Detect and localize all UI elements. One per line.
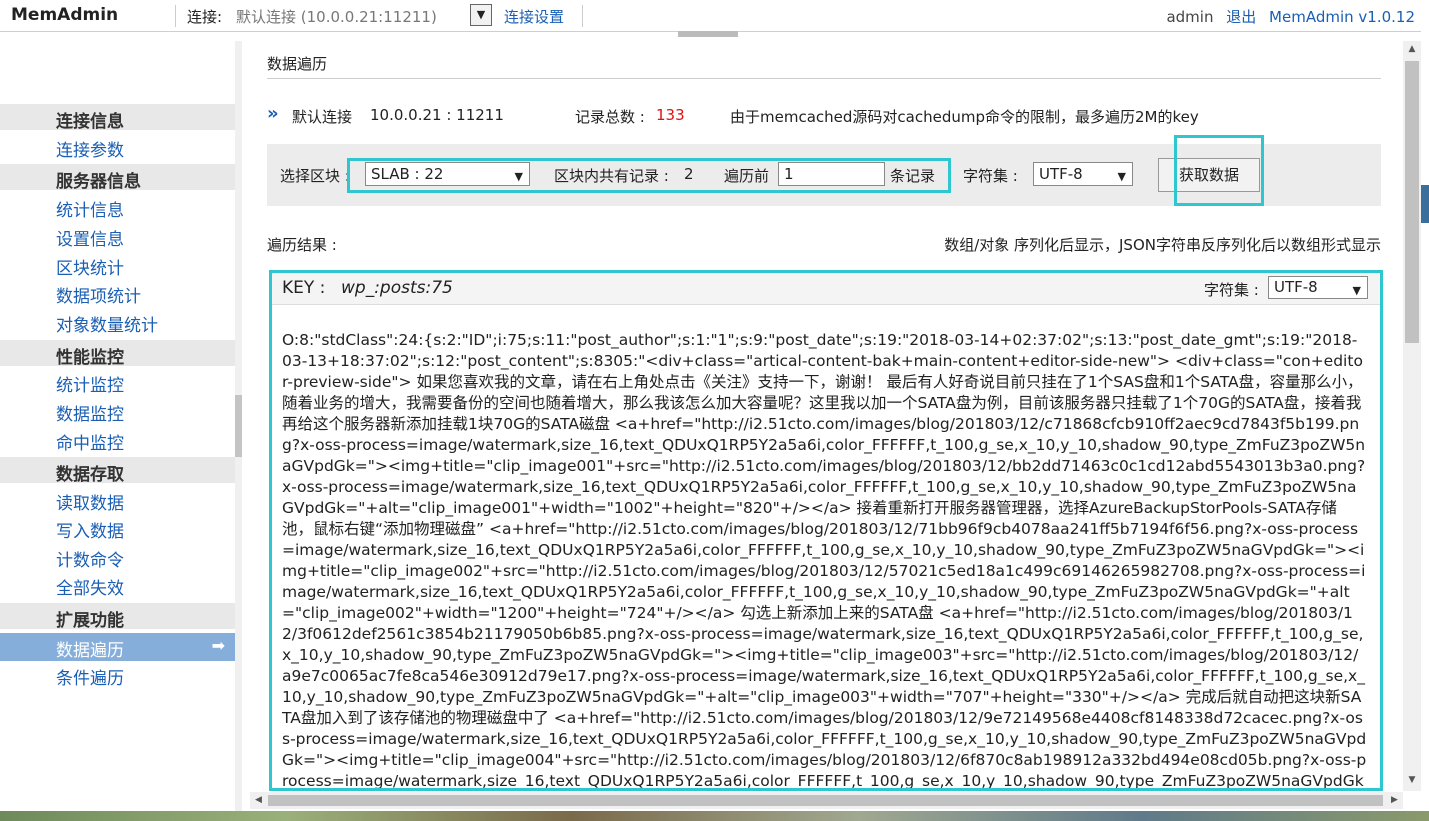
scroll-thumb[interactable] [268,795,1383,806]
result-header: KEY : wp_:posts:75 字符集 : UTF-8 ▼ [272,273,1380,305]
scroll-down-icon[interactable]: ▼ [1403,772,1421,789]
sidebar-section-data-access: 数据存取 [0,457,235,485]
sidebar-item-data-monitor[interactable]: 数据监控 [56,400,124,425]
connection-settings-link[interactable]: 连接设置 [504,6,564,27]
background-fragment [1421,185,1429,223]
double-chevron-icon: » [267,103,279,124]
key-value: wp_:posts:75 [341,278,453,298]
scroll-thumb[interactable] [235,395,242,457]
total-records-value: 133 [656,106,685,124]
scroll-left-icon[interactable]: ◀ [250,792,267,809]
sidebar-item-stats-monitor[interactable]: 统计监控 [56,371,124,396]
collapse-handle[interactable] [678,31,738,37]
user-area: admin 退出 MemAdmin v1.0.12 [1158,6,1415,27]
highlight-box [347,158,951,193]
sidebar-item-item-stats[interactable]: 数据项统计 [56,282,141,307]
sidebar-item-settings[interactable]: 设置信息 [56,225,124,250]
sidebar-section-extensions: 扩展功能 [0,603,235,631]
result-charset-label: 字符集 : [1204,281,1259,299]
desktop-background-strip [0,811,1429,821]
total-records-label: 记录总数 : [575,108,645,126]
connection-address: 10.0.0.21 : 11211 [370,106,504,124]
connection-value: 默认连接 (10.0.0.21:11211) [236,8,437,26]
main-horizontal-scrollbar[interactable]: ◀ ▶ [250,792,1403,809]
arrow-right-icon: ➡ [211,636,225,655]
scroll-thumb[interactable] [1405,61,1419,343]
logout-link[interactable]: 退出 [1226,8,1256,26]
main-vertical-scrollbar[interactable]: ▲ ▼ [1403,41,1421,791]
sidebar-item-object-count[interactable]: 对象数量统计 [56,311,158,336]
result-charset-select[interactable]: UTF-8 ▼ [1268,276,1368,299]
limit-note: 由于memcached源码对cachedump命令的限制，最多遍历2M的key [730,108,1199,126]
sidebar-section-performance: 性能监控 [0,340,235,368]
charset-select[interactable]: UTF-8 ▼ [1033,162,1133,186]
sidebar-item-slab-stats[interactable]: 区块统计 [56,254,124,279]
sidebar-item-conditional-traverse[interactable]: 条件遍历 [56,664,124,689]
result-panel: KEY : wp_:posts:75 字符集 : UTF-8 ▼ O:8:"st… [269,270,1383,791]
connection-name: 默认连接 [292,108,353,126]
sidebar-item-stats[interactable]: 统计信息 [56,196,124,221]
chevron-down-icon: ▼ [1352,284,1361,297]
sidebar-item-write-data[interactable]: 写入数据 [56,517,124,542]
sidebar: 连接信息 连接参数 服务器信息 统计信息 设置信息 区块统计 数据项统计 对象数… [0,41,235,821]
scroll-right-icon[interactable]: ▶ [1386,792,1403,809]
username: admin [1166,8,1214,26]
divider [267,78,1381,79]
sidebar-scrollbar[interactable] [235,41,242,811]
chevron-down-icon: ▼ [476,8,486,21]
result-content: O:8:"stdClass":24:{s:2:"ID";i:75;s:11:"p… [282,331,1367,790]
slab-label: 选择区块 : [280,167,350,185]
version-link[interactable]: MemAdmin v1.0.12 [1269,8,1415,26]
charset-label: 字符集 : [963,167,1018,185]
top-bar: MemAdmin 连接: 默认连接 (10.0.0.21:11211) ▼ 连接… [0,0,1429,32]
sidebar-item-counter-cmd[interactable]: 计数命令 [56,546,124,571]
sidebar-item-read-data[interactable]: 读取数据 [56,489,124,514]
divider [175,5,176,27]
sidebar-section-connection: 连接信息 [0,104,235,132]
scroll-up-icon[interactable]: ▲ [1403,41,1421,58]
sidebar-section-server-info: 服务器信息 [0,164,235,192]
sidebar-item-hit-monitor[interactable]: 命中监控 [56,429,124,454]
main-panel: 数据遍历 » 默认连接 10.0.0.21 : 11211 记录总数 : 133… [250,41,1400,801]
brand-logo: MemAdmin [11,5,119,25]
divider [582,5,583,27]
highlight-box [1174,135,1264,206]
sidebar-item-data-traverse[interactable]: 数据遍历 ➡ [0,633,235,661]
sidebar-item-flush-all[interactable]: 全部失效 [56,574,124,599]
sidebar-item-connection-params[interactable]: 连接参数 [56,136,124,161]
key-label: KEY : [282,278,326,298]
connection-label: 连接: [187,8,223,26]
window-edge [1421,0,1429,821]
chevron-down-icon: ▼ [1117,170,1126,183]
result-note: 数组/对象 序列化后显示，JSON字符串反序列化后以数组形式显示 [944,236,1381,254]
page-title: 数据遍历 [267,55,328,73]
connection-dropdown-button[interactable]: ▼ [470,4,492,26]
result-label: 遍历结果 : [267,236,337,254]
